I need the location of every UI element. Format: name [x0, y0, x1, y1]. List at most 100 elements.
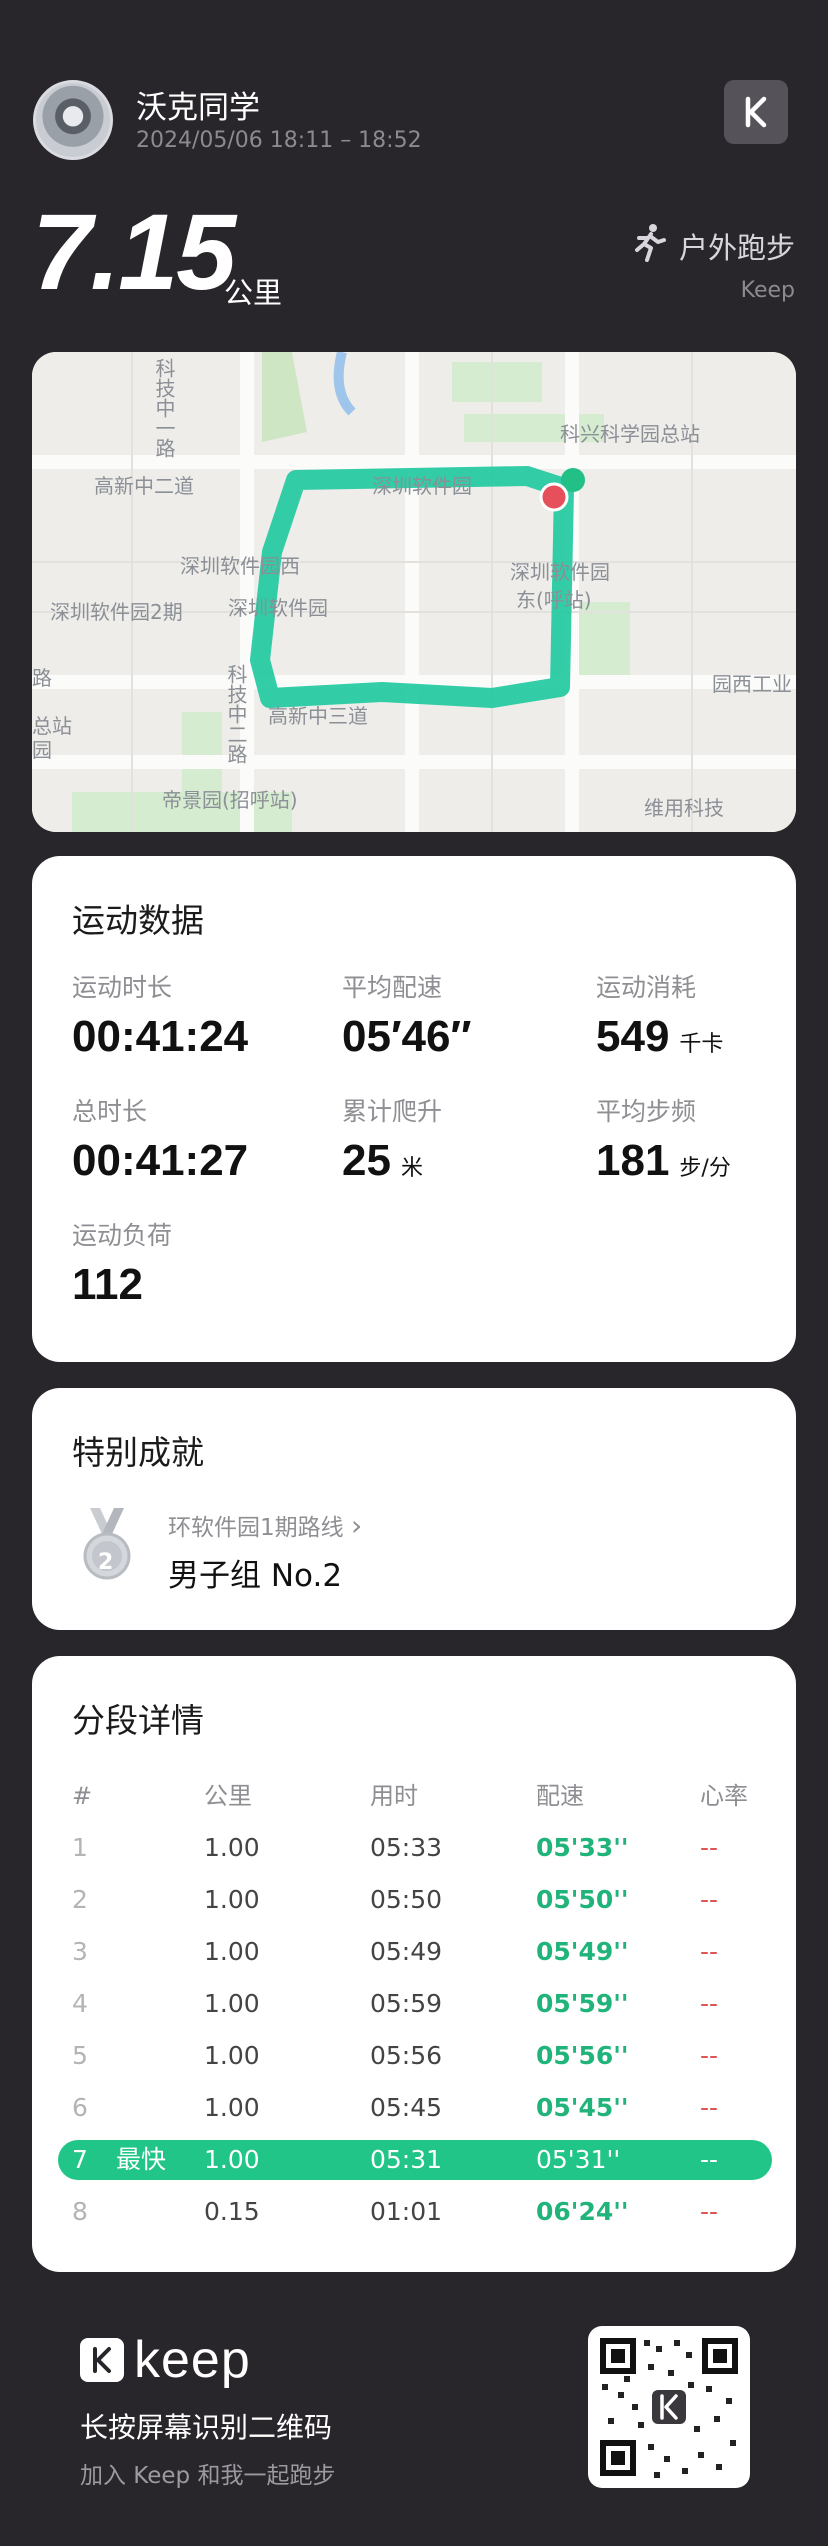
split-time: 05:56	[370, 2041, 443, 2070]
split-km: 1.00	[204, 1833, 260, 1862]
split-pace: 05'50''	[536, 1885, 629, 1914]
map-label: 园	[32, 738, 52, 762]
split-index: 3	[72, 1937, 88, 1966]
map-label: 深圳软件园	[510, 560, 610, 584]
stat-calories: 运动消耗 549 千卡	[596, 968, 723, 1062]
split-km: 0.15	[204, 2197, 260, 2226]
card-title: 分段详情	[72, 1701, 204, 1740]
route-map[interactable]: 科技中一路 科兴科学园总站 高新中二道 深圳软件园 深圳软件园西 深圳软件园2期…	[32, 352, 796, 832]
keep-logo: keep	[80, 2330, 251, 2390]
map-label: 东(呼站)	[516, 588, 592, 612]
map-label: 高新中二道	[94, 474, 194, 498]
keep-k-icon[interactable]	[724, 80, 788, 144]
fastest-badge: 最快	[116, 2145, 167, 2174]
split-row: 1 1.00 05:33 05'33'' --	[32, 1828, 796, 1868]
qr-hint: 长按屏幕识别二维码	[80, 2411, 333, 2444]
split-km: 1.00	[204, 1885, 260, 1914]
split-row: 2 1.00 05:50 05'50'' --	[32, 1880, 796, 1920]
split-time: 05:49	[370, 1937, 443, 1966]
map-label: 科技中一路	[152, 358, 176, 458]
medal-rank: 2	[98, 1550, 114, 1575]
avatar[interactable]	[33, 80, 113, 160]
header-pace: 配速	[536, 1782, 584, 1810]
stat-unit: 米	[400, 1156, 423, 1181]
stat-label: 累计爬升	[342, 1097, 443, 1126]
map-label: 深圳软件园西	[180, 554, 300, 578]
activity-time-range: 2024/05/06 18:11 – 18:52	[136, 128, 422, 153]
map-label: 园西工业	[712, 672, 792, 696]
split-row-fastest: 7 最快 1.00 05:31 05'31'' --	[58, 2140, 772, 2180]
header-km: 公里	[204, 1782, 252, 1810]
split-time: 05:31	[370, 2145, 443, 2174]
stat-elevation: 累计爬升 25 米	[342, 1092, 442, 1186]
header-hr: 心率	[700, 1782, 748, 1810]
split-pace: 05'49''	[536, 1937, 629, 1966]
stat-training-load: 运动负荷 112	[72, 1216, 172, 1310]
split-index: 8	[72, 2197, 88, 2226]
split-pace: 05'59''	[536, 1989, 629, 2018]
stat-avg-pace: 平均配速 05′46″	[342, 968, 472, 1062]
map-label: 深圳软件园	[372, 474, 472, 498]
split-hr: --	[700, 1937, 719, 1966]
split-row: 8 0.15 01:01 06'24'' --	[32, 2192, 796, 2232]
split-row: 4 1.00 05:59 05'59'' --	[32, 1984, 796, 2024]
split-pace: 05'33''	[536, 1833, 629, 1862]
split-row: 5 1.00 05:56 05'56'' --	[32, 2036, 796, 2076]
stat-value-row: 25 米	[342, 1136, 442, 1186]
split-index: 6	[72, 2093, 88, 2122]
stat-value: 549	[596, 1012, 670, 1061]
split-time: 05:50	[370, 1885, 443, 1914]
card-title: 特别成就	[72, 1433, 204, 1472]
stat-cadence: 平均步频 181 步/分	[596, 1092, 731, 1186]
split-pace: 06'24''	[536, 2197, 629, 2226]
brand-label: Keep	[740, 278, 795, 303]
sport-type-label: 户外跑步	[678, 230, 795, 265]
stat-total-duration: 总时长 00:41:27	[72, 1092, 248, 1186]
map-label: 深圳软件园2期	[50, 600, 183, 624]
achievement-card[interactable]: 特别成就 2 环软件园1期路线 › 男子组 No.2	[32, 1388, 796, 1630]
split-hr: --	[700, 2093, 719, 2122]
split-hr: --	[700, 1989, 719, 2018]
stat-label: 总时长	[72, 1097, 148, 1126]
header-time: 用时	[370, 1782, 418, 1810]
card-title: 运动数据	[72, 901, 204, 940]
split-row: 3 1.00 05:49 05'49'' --	[32, 1932, 796, 1972]
split-hr: --	[700, 1833, 719, 1862]
split-hr: --	[700, 2041, 719, 2070]
split-km: 1.00	[204, 2145, 260, 2174]
split-index: 4	[72, 1989, 88, 2018]
stat-value: 00:41:24	[72, 1012, 249, 1061]
achievement-route-link[interactable]: 环软件园1期路线 ›	[168, 1508, 362, 1542]
stat-value-row: 181 步/分	[596, 1136, 731, 1186]
split-hr: --	[700, 1885, 719, 1914]
achievement-name: 男子组 No.2	[168, 1558, 343, 1594]
split-time: 01:01	[370, 2197, 443, 2226]
qr-subtext: 加入 Keep 和我一起跑步	[80, 2463, 336, 2489]
runner-icon	[631, 222, 667, 269]
stat-label: 平均步频	[596, 1097, 697, 1126]
header-index: #	[72, 1782, 93, 1810]
stat-label: 运动时长	[72, 973, 173, 1002]
splits-header: # 公里 用时 配速 心率	[32, 1776, 796, 1816]
map-label: 路	[32, 666, 52, 690]
stat-duration: 运动时长 00:41:24	[72, 968, 248, 1062]
map-label: 帝景园(招呼站)	[162, 788, 298, 812]
split-index: 2	[72, 1885, 88, 1914]
split-time: 05:33	[370, 1833, 443, 1862]
map-label: 科兴科学园总站	[560, 422, 700, 446]
qr-code[interactable]	[588, 2326, 750, 2488]
split-hr: --	[700, 2145, 719, 2174]
sport-type: 户外跑步	[631, 222, 795, 269]
map-label: 科技中二路	[224, 664, 248, 764]
exercise-data-card: 运动数据 运动时长 00:41:24 平均配速 05′46″ 运动消耗 549 千…	[32, 856, 796, 1362]
split-time: 05:59	[370, 1989, 443, 2018]
split-km: 1.00	[204, 1989, 260, 2018]
qr-code-icon	[600, 2338, 738, 2478]
keep-wordmark: keep	[134, 2331, 251, 2389]
stat-label: 平均配速	[342, 973, 443, 1002]
stat-value: 25	[342, 1136, 391, 1185]
stat-value: 05′46″	[342, 1012, 472, 1061]
stat-label: 运动负荷	[72, 1221, 173, 1250]
user-name: 沃克同学	[136, 90, 260, 126]
split-index: 5	[72, 2041, 88, 2070]
